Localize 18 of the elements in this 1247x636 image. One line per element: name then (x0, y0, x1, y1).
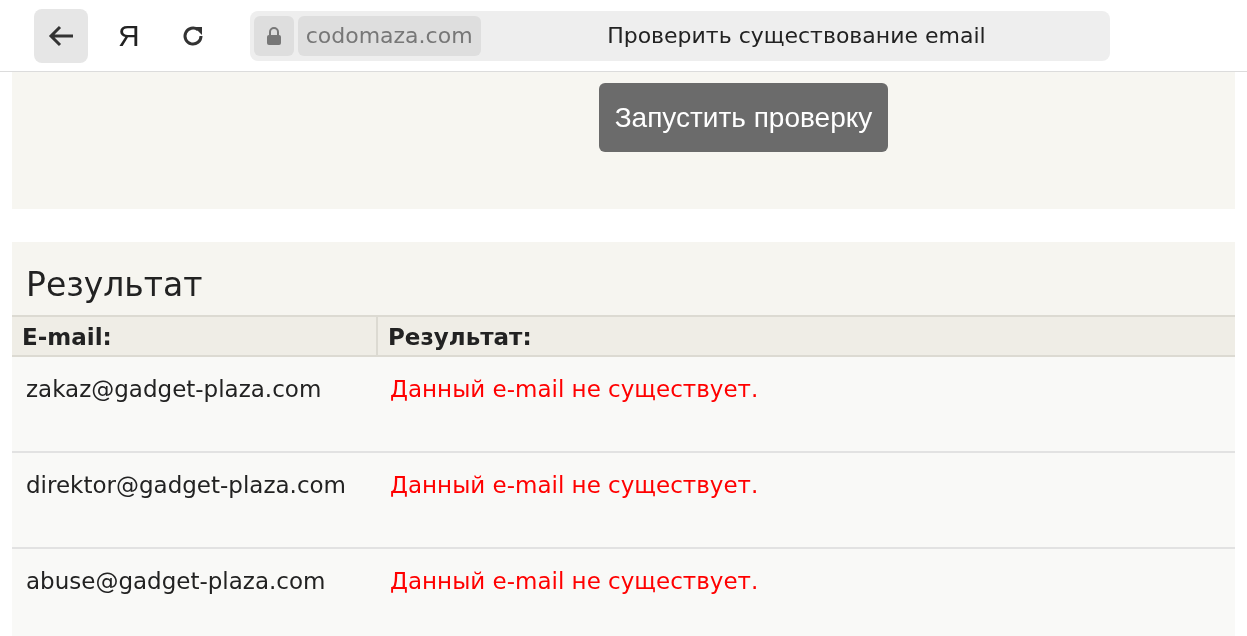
column-header: Результат: (387, 323, 533, 352)
lock-icon (265, 25, 282, 46)
browser-logo[interactable]: Я (118, 13, 140, 58)
page-title: Проверить существование email (607, 22, 986, 50)
result-cell-text: Данный e-mail не существует. (389, 375, 760, 404)
url-text: codomaza.com (297, 15, 481, 56)
email-cell-text: zakaz@gadget-plaza.com (25, 375, 323, 404)
start-check-button[interactable]: Запустить проверку (598, 83, 889, 152)
column-header: E-mail: (12, 317, 378, 355)
lock-button[interactable] (253, 15, 294, 56)
email-cell-text: abuse@gadget-plaza.com (25, 567, 327, 596)
email-cell-text: direktor@gadget-plaza.com (25, 471, 347, 500)
result-cell-text: Данный e-mail не существует. (389, 567, 760, 596)
address-bar[interactable]: codomaza.com Проверить существование email (249, 10, 1110, 61)
back-button[interactable] (34, 8, 88, 63)
results-title: Результат (25, 264, 204, 306)
back-arrow-icon (47, 23, 75, 48)
result-cell-text: Данный e-mail не существует. (389, 471, 760, 500)
